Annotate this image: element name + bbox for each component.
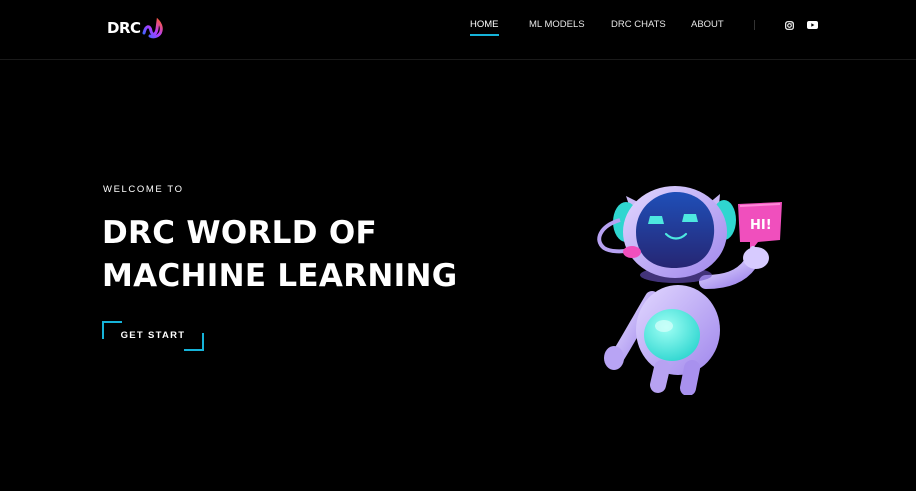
nav-item-home[interactable]: HOME: [470, 19, 499, 36]
bubble-text: HI!: [750, 218, 772, 233]
hero-eyebrow: WELCOME TO: [103, 184, 184, 195]
hi-speech-bubble: HI!: [738, 202, 782, 252]
active-nav-indicator: [470, 34, 499, 36]
get-start-button[interactable]: GET START: [102, 321, 204, 351]
hero-title-line-2: MACHINE LEARNING: [102, 258, 458, 294]
get-start-label: GET START: [120, 330, 186, 341]
instagram-icon: [784, 20, 794, 30]
nav-item-ml-models[interactable]: ML MODELS: [529, 19, 585, 30]
youtube-icon: [806, 21, 818, 29]
nav-item-about[interactable]: ABOUT: [691, 19, 724, 30]
brand-name: DRC: [107, 19, 141, 37]
nav-divider: [754, 20, 755, 30]
instagram-link[interactable]: [783, 19, 795, 31]
brand-logo[interactable]: DRC: [107, 15, 164, 41]
nav-item-label: HOME: [470, 19, 499, 30]
drc-swirl-logo-icon: [142, 17, 163, 39]
site-header: DRC HOME ML MODELS DRC CHATS ABOUT: [0, 0, 916, 60]
hero-title-line-1: DRC WORLD OF: [102, 215, 377, 251]
youtube-link[interactable]: [806, 19, 818, 31]
hero-title: DRC WORLD OF MACHINE LEARNING: [102, 212, 457, 298]
robot-mascot-illustration: HI!: [597, 186, 782, 395]
nav-item-drc-chats[interactable]: DRC CHATS: [611, 19, 666, 30]
